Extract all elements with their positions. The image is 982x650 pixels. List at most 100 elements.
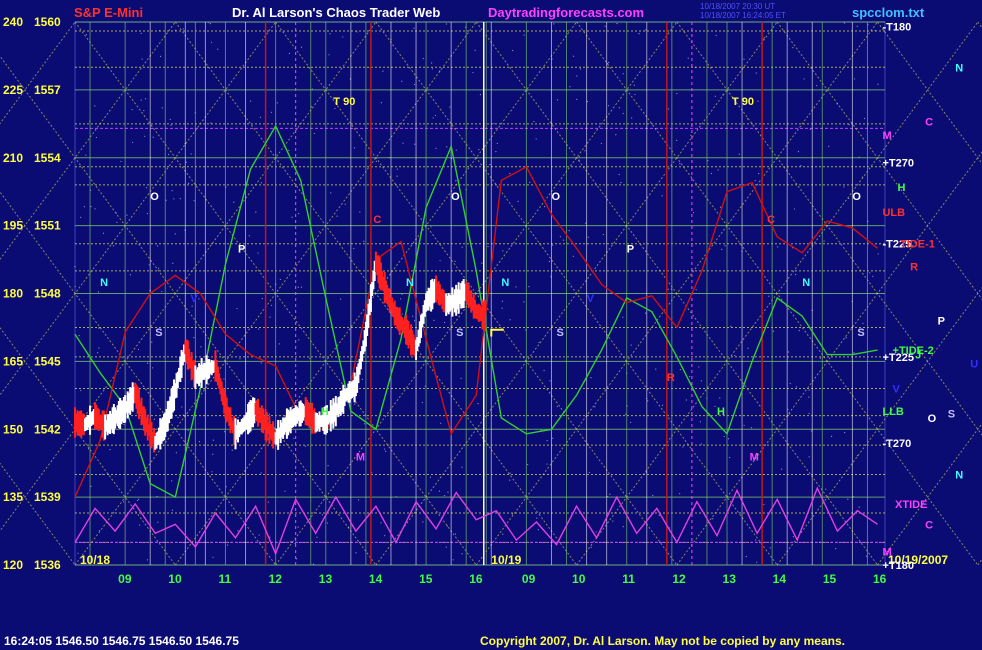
star-dot bbox=[808, 412, 810, 415]
star-dot bbox=[171, 509, 174, 511]
star-dot bbox=[843, 22, 846, 24]
star-dot bbox=[129, 274, 132, 276]
star-dot bbox=[174, 233, 176, 235]
star-dot bbox=[300, 46, 303, 48]
star-dot bbox=[353, 247, 355, 250]
star-dot bbox=[167, 153, 170, 156]
star-dot bbox=[432, 117, 434, 119]
star-dot bbox=[825, 488, 827, 490]
star-dot bbox=[689, 375, 691, 378]
star-dot bbox=[153, 418, 155, 420]
star-dot bbox=[396, 175, 398, 177]
star-dot bbox=[584, 150, 586, 152]
annotation-label: LLB bbox=[882, 406, 903, 418]
star-dot bbox=[559, 236, 561, 238]
star-dot bbox=[433, 319, 435, 321]
star-dot bbox=[695, 289, 697, 291]
star-dot bbox=[685, 399, 687, 401]
star-dot bbox=[101, 473, 103, 475]
star-dot bbox=[797, 151, 800, 153]
y-tick-price: 1557 bbox=[34, 83, 61, 97]
star-dot bbox=[161, 290, 163, 293]
star-dot bbox=[493, 122, 495, 125]
annotation-label: R bbox=[667, 372, 675, 384]
star-dot bbox=[655, 368, 657, 370]
star-dot bbox=[863, 117, 866, 120]
star-dot bbox=[862, 322, 864, 324]
timestamp-et: 10/18/2007 16:24:05 ET bbox=[700, 11, 786, 20]
star-dot bbox=[869, 272, 871, 274]
star-dot bbox=[439, 259, 441, 262]
star-dot bbox=[717, 169, 719, 171]
star-dot bbox=[588, 471, 591, 474]
star-dot bbox=[795, 386, 798, 388]
star-dot bbox=[590, 546, 592, 548]
star-dot bbox=[808, 456, 810, 458]
star-dot bbox=[835, 548, 837, 550]
star-dot bbox=[109, 448, 111, 451]
star-dot bbox=[83, 206, 86, 208]
star-dot bbox=[445, 546, 447, 548]
star-dot bbox=[477, 403, 479, 405]
star-dot bbox=[261, 297, 263, 300]
star-dot bbox=[714, 95, 716, 97]
star-dot bbox=[231, 449, 233, 451]
annotation-label: C bbox=[925, 117, 933, 129]
annotation-label: P bbox=[238, 243, 245, 255]
y-tick-price: 1539 bbox=[34, 490, 61, 504]
star-dot bbox=[187, 182, 190, 184]
star-dot bbox=[270, 304, 273, 307]
star-dot bbox=[856, 25, 858, 27]
star-dot bbox=[724, 245, 726, 247]
star-dot bbox=[185, 161, 187, 163]
star-dot bbox=[131, 109, 133, 111]
annotation-label: N bbox=[100, 277, 108, 289]
star-dot bbox=[146, 559, 149, 561]
star-dot bbox=[190, 153, 192, 155]
star-dot bbox=[385, 450, 387, 452]
star-dot bbox=[363, 423, 366, 425]
star-dot bbox=[316, 536, 318, 538]
y-tick-price: 1551 bbox=[34, 219, 61, 233]
star-dot bbox=[568, 230, 570, 232]
star-dot bbox=[682, 446, 684, 448]
star-dot bbox=[578, 156, 580, 158]
annotation-label: C bbox=[373, 214, 381, 226]
star-dot bbox=[579, 68, 582, 70]
star-dot bbox=[300, 286, 303, 288]
page-title: Dr. Al Larson's Chaos Trader Web bbox=[232, 5, 440, 20]
star-dot bbox=[553, 23, 555, 25]
star-dot bbox=[152, 136, 154, 138]
star-dot bbox=[679, 493, 681, 495]
star-dot bbox=[171, 190, 173, 192]
x-tick-label: 11 bbox=[622, 572, 635, 586]
star-dot bbox=[295, 458, 297, 460]
star-dot bbox=[700, 380, 702, 382]
star-dot bbox=[175, 452, 177, 454]
star-dot bbox=[435, 147, 437, 149]
annotation-label: XTIDE bbox=[895, 499, 927, 511]
star-dot bbox=[421, 401, 423, 404]
star-dot bbox=[342, 36, 344, 38]
star-dot bbox=[413, 320, 416, 322]
star-dot bbox=[808, 389, 810, 391]
star-dot bbox=[496, 142, 498, 144]
star-dot bbox=[144, 98, 147, 100]
y-tick-price: 1548 bbox=[34, 287, 61, 301]
annotation-label: V bbox=[893, 384, 901, 396]
annotation-label: N bbox=[406, 277, 414, 289]
star-dot bbox=[609, 493, 611, 495]
star-dot bbox=[318, 231, 320, 233]
star-dot bbox=[212, 453, 214, 455]
star-dot bbox=[402, 142, 404, 144]
star-dot bbox=[618, 107, 620, 109]
star-dot bbox=[800, 165, 802, 167]
star-dot bbox=[132, 141, 134, 144]
y-tick-price: 1542 bbox=[34, 422, 61, 436]
star-dot bbox=[288, 149, 290, 152]
star-dot bbox=[413, 83, 416, 86]
annotation-label: N bbox=[955, 62, 963, 74]
star-dot bbox=[182, 28, 184, 30]
star-dot bbox=[217, 48, 219, 50]
star-dot bbox=[528, 285, 530, 288]
